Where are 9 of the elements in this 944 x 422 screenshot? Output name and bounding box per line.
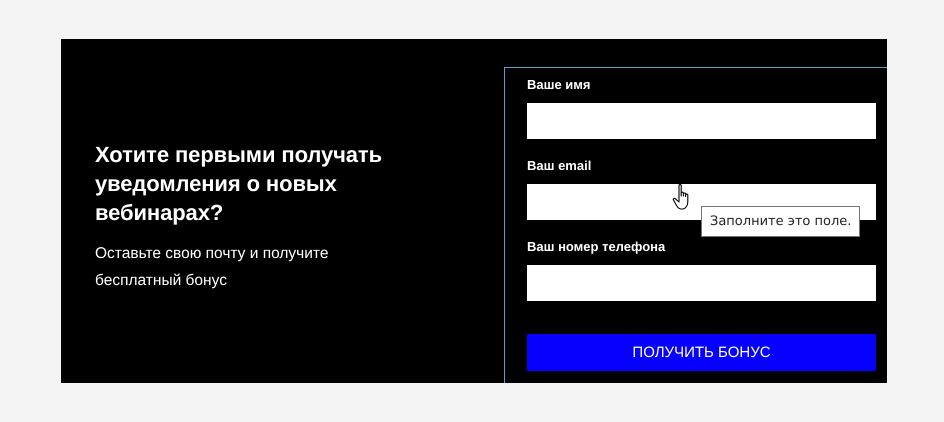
subtext: Оставьте свою почту и получите бесплатный бонус [95, 244, 330, 291]
tooltip: Заполните это поле. [701, 206, 860, 237]
input-field[interactable] [527, 103, 876, 139]
input-field[interactable] [527, 265, 876, 301]
field-label: Ваш номер телефона [527, 239, 666, 255]
submit-button[interactable]: ПОЛУЧИТЬ БОНУС [527, 334, 876, 371]
field-label: Ваше имя [527, 77, 592, 93]
field-label: Ваш email [527, 158, 592, 174]
heading: Хотите первыми получать уведомления о новых вебинарах? [95, 141, 383, 227]
